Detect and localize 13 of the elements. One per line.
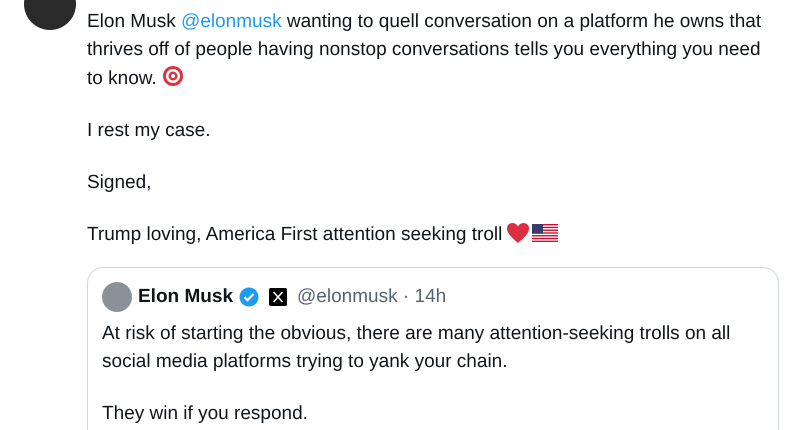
quoted-post-card[interactable]: Elon Musk @elonmusk · 14h At risk of starting the obvious, there are many attention-seeking trolls on all social media platforms trying to yank your chain. They win if you respond. bbox=[87, 267, 779, 430]
quoted-post-text: At risk of starting the obvious, there are many attention-seeking trolls on all social media platforms trying to yank your chain. bbox=[102, 322, 732, 374]
heart-icon bbox=[506, 222, 530, 244]
author-handle: @elonmusk · 14h bbox=[297, 286, 446, 308]
author-name[interactable]: Elon Musk bbox=[138, 286, 234, 308]
post-text: Signed, bbox=[87, 171, 152, 195]
quoted-post-text: They win if you respond. bbox=[102, 402, 309, 426]
post-text: Elon Musk @elonmusk wanting to quell conversation on a platform he owns that thrives off of people having nonstop conversations tells you everything you need to know. bbox=[87, 10, 762, 91]
post-text: I rest my case. bbox=[87, 119, 212, 143]
x-logo-icon bbox=[269, 288, 288, 306]
flag-icon bbox=[532, 224, 558, 242]
target-icon bbox=[160, 64, 185, 88]
post-text: Trump loving, America First attention seeking troll bbox=[87, 221, 779, 249]
